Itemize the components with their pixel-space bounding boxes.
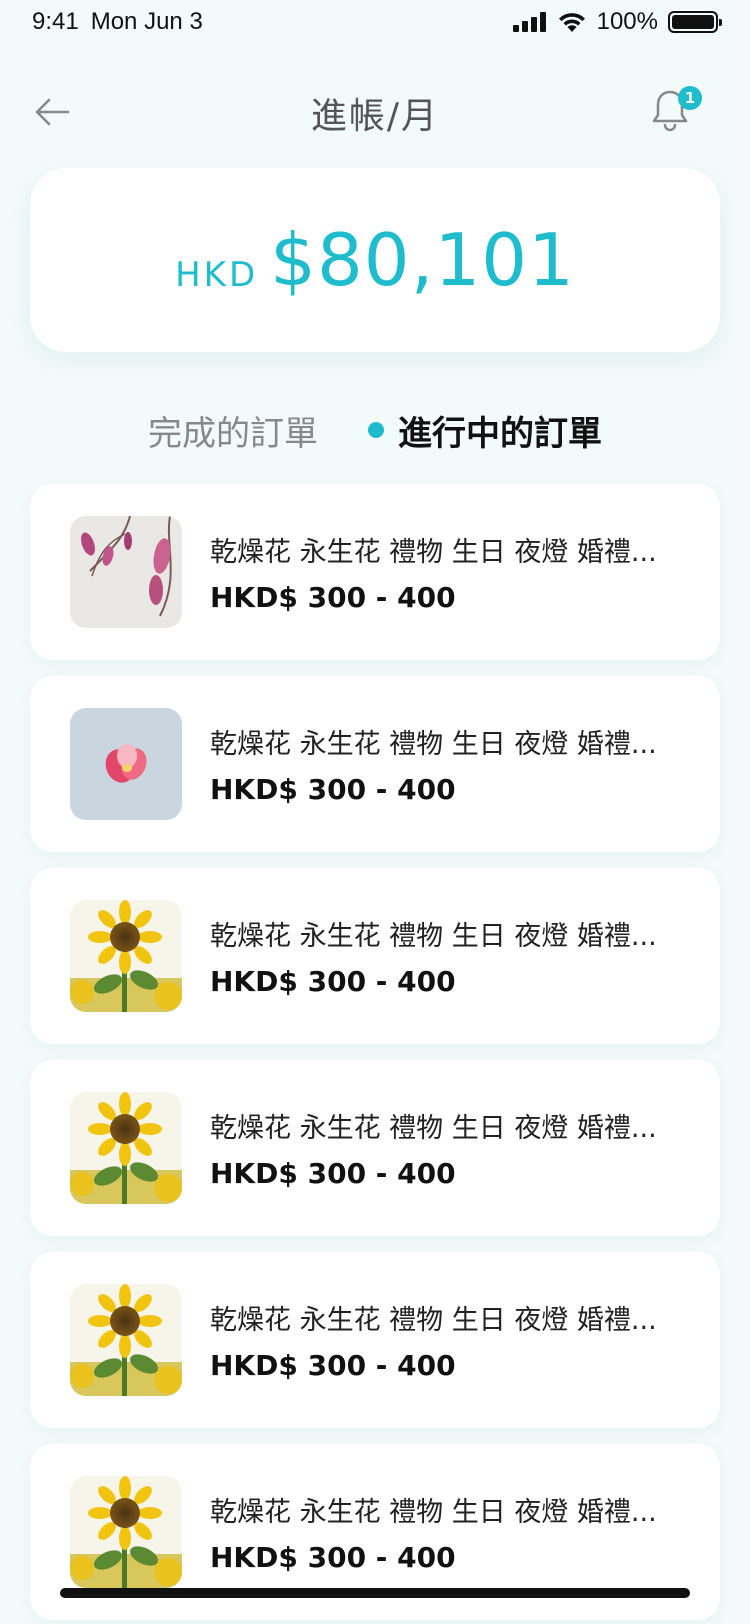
order-list: 乾燥花 永生花 禮物 生日 夜燈 婚禮... HKD$ 300 - 400 乾燥… (30, 484, 720, 1624)
balance-currency: HKD (175, 255, 259, 295)
order-info: 乾燥花 永生花 禮物 生日 夜燈 婚禮... HKD$ 300 - 400 (210, 722, 670, 806)
order-title: 乾燥花 永生花 禮物 生日 夜燈 婚禮... (210, 729, 657, 760)
order-price: HKD$ 300 - 400 (210, 1541, 456, 1574)
order-item[interactable]: 乾燥花 永生花 禮物 生日 夜燈 婚禮... HKD$ 300 - 400 (30, 1060, 720, 1236)
status-left: 9:41 Mon Jun 3 (32, 8, 203, 36)
order-title: 乾燥花 永生花 禮物 生日 夜燈 婚禮... (210, 537, 657, 568)
battery-percentage: 100% (596, 8, 658, 35)
order-tabs: 完成的訂單 進行中的訂單 (0, 400, 750, 460)
tab-label: 進行中的訂單 (398, 413, 602, 454)
order-price: HKD$ 300 - 400 (210, 581, 456, 614)
notification-button[interactable]: 1 (650, 86, 702, 138)
balance-card: HKD $80,101 (30, 168, 720, 352)
order-price: HKD$ 300 - 400 (210, 1157, 456, 1190)
order-item[interactable]: 乾燥花 永生花 禮物 生日 夜燈 婚禮... HKD$ 300 - 400 (30, 868, 720, 1044)
order-info: 乾燥花 永生花 禮物 生日 夜燈 婚禮... HKD$ 300 - 400 (210, 1298, 670, 1382)
header: 進帳/月 1 (0, 78, 750, 148)
battery-icon (668, 11, 722, 33)
product-thumbnail (70, 516, 182, 628)
order-item[interactable]: 乾燥花 永生花 禮物 生日 夜燈 婚禮... HKD$ 300 - 400 (30, 676, 720, 852)
tab-completed-orders[interactable]: 完成的訂單 (148, 406, 318, 455)
status-right: 100% (512, 8, 722, 36)
cellular-signal-icon (512, 12, 546, 32)
order-item[interactable]: 乾燥花 永生花 禮物 生日 夜燈 婚禮... HKD$ 300 - 400 (30, 484, 720, 660)
order-info: 乾燥花 永生花 禮物 生日 夜燈 婚禮... HKD$ 300 - 400 (210, 1106, 670, 1190)
tab-in-progress-orders[interactable]: 進行中的訂單 (368, 406, 602, 455)
home-indicator[interactable] (60, 1588, 690, 1598)
order-title: 乾燥花 永生花 禮物 生日 夜燈 婚禮... (210, 921, 657, 952)
status-time: 9:41 (32, 8, 79, 35)
page-title: 進帳/月 (310, 96, 440, 137)
active-tab-dot (368, 422, 384, 438)
status-bar: 9:41 Mon Jun 3 100% (0, 0, 750, 44)
balance-amount: $80,101 (270, 218, 575, 302)
order-info: 乾燥花 永生花 禮物 生日 夜燈 婚禮... HKD$ 300 - 400 (210, 1490, 670, 1574)
product-thumbnail (70, 708, 182, 820)
product-thumbnail (70, 1092, 182, 1204)
order-price: HKD$ 300 - 400 (210, 773, 456, 806)
order-title: 乾燥花 永生花 禮物 生日 夜燈 婚禮... (210, 1497, 657, 1528)
tab-label: 完成的訂單 (148, 413, 318, 454)
order-title: 乾燥花 永生花 禮物 生日 夜燈 婚禮... (210, 1305, 657, 1336)
wifi-icon (558, 13, 585, 32)
status-date: Mon Jun 3 (90, 8, 203, 35)
order-info: 乾燥花 永生花 禮物 生日 夜燈 婚禮... HKD$ 300 - 400 (210, 530, 670, 614)
arrow-left-icon (35, 98, 70, 126)
product-thumbnail (70, 900, 182, 1012)
notification-badge: 1 (678, 86, 702, 110)
order-price: HKD$ 300 - 400 (210, 1349, 456, 1382)
order-title: 乾燥花 永生花 禮物 生日 夜燈 婚禮... (210, 1113, 657, 1144)
order-price: HKD$ 300 - 400 (210, 965, 456, 998)
order-info: 乾燥花 永生花 禮物 生日 夜燈 婚禮... HKD$ 300 - 400 (210, 914, 670, 998)
back-button[interactable] (32, 92, 72, 132)
product-thumbnail (70, 1284, 182, 1396)
order-item[interactable]: 乾燥花 永生花 禮物 生日 夜燈 婚禮... HKD$ 300 - 400 (30, 1252, 720, 1428)
product-thumbnail (70, 1476, 182, 1588)
